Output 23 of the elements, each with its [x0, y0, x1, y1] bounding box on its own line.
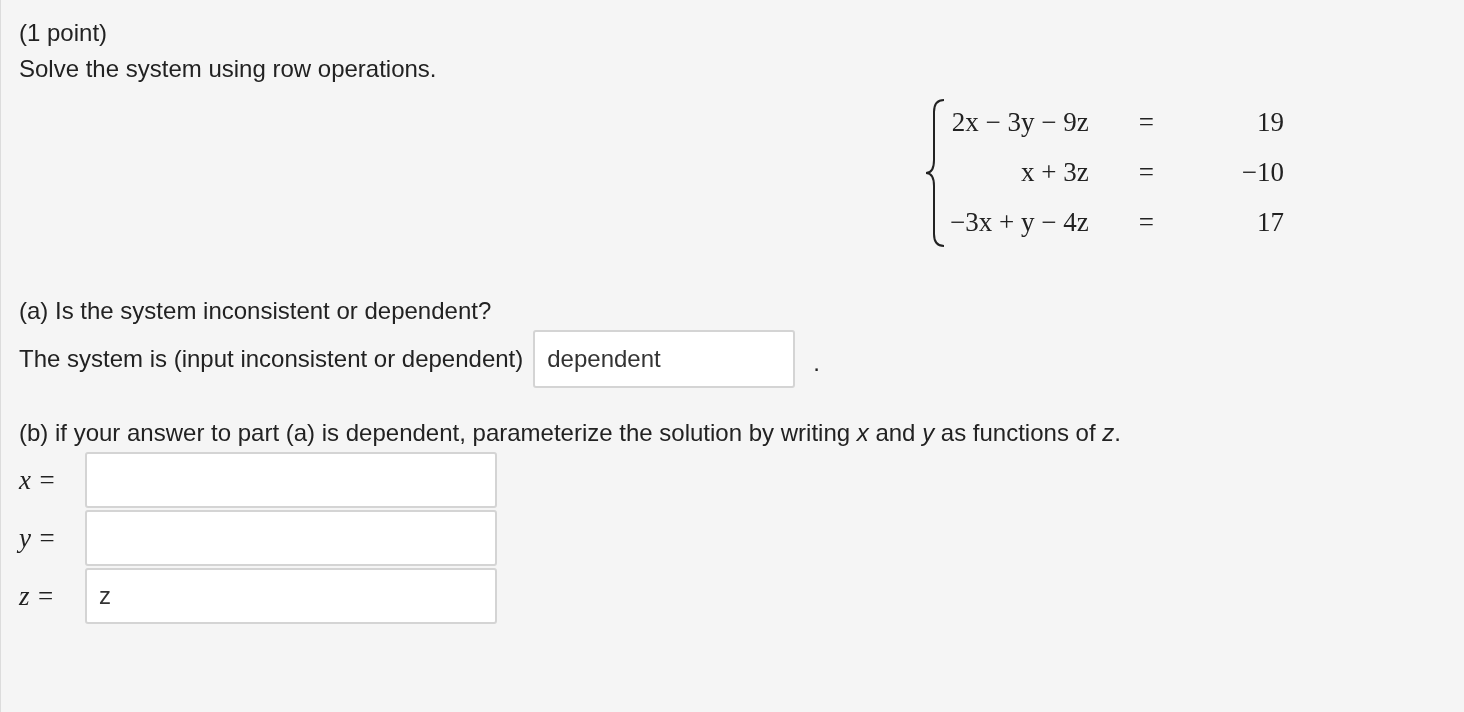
answer-field[interactable] — [85, 452, 497, 508]
equation-left-side: x + 3z — [1020, 156, 1089, 189]
equation-left-side: −3x + y − 4z — [950, 206, 1089, 239]
equals-sign: = — [1137, 106, 1155, 139]
question-text: (a) Is the system inconsistent or dependent? — [19, 296, 492, 326]
prompt-text: The system is (input inconsistent or dependent) — [19, 344, 524, 374]
equals-sign: = — [1137, 156, 1155, 189]
instruction-text: Solve the system using row operations. — [19, 54, 437, 84]
points-label: (1 point) — [19, 18, 108, 48]
variable-label: x = — [19, 463, 57, 497]
equation-right-side: −10 — [1240, 156, 1284, 189]
question-text: (b) if your answer to part (a) is dependent, parameterize the solution by writing x and y as functions of z. — [19, 418, 1121, 448]
equation-right-side: 17 — [1256, 206, 1284, 239]
answer-field[interactable]: z — [85, 568, 497, 624]
variable-label: z = — [19, 579, 56, 613]
equals-sign: = — [1137, 206, 1155, 239]
equation-left-side: 2x − 3y − 9z — [950, 106, 1089, 139]
variable-label: y = — [19, 521, 57, 555]
answer-field[interactable] — [85, 510, 497, 566]
period-text: . — [813, 348, 820, 378]
equation-right-side: 19 — [1256, 106, 1284, 139]
brace-icon — [924, 98, 947, 248]
answer-field[interactable]: dependent — [533, 330, 796, 388]
